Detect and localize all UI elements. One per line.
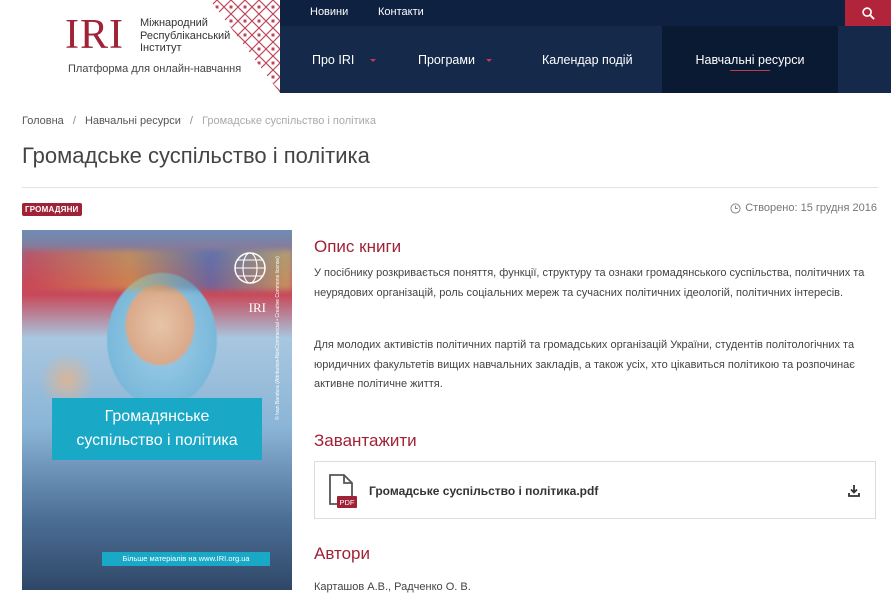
cover-logo-text: IRI (248, 300, 266, 315)
logo-mark: IRI (65, 12, 124, 58)
topnav-contacts[interactable]: Контакти (378, 6, 424, 18)
logo-subtitle: Платформа для онлайн-навчання (68, 63, 242, 75)
svg-text:PDF: PDF (340, 498, 355, 507)
breadcrumb-home[interactable]: Головна (22, 115, 64, 127)
divider (22, 187, 878, 188)
mainnav-calendar[interactable]: Календар подій (542, 26, 633, 93)
chevron-down-icon (370, 59, 376, 62)
category-tag[interactable]: ГРОМАДЯНИ (22, 203, 82, 216)
clock-icon (730, 202, 741, 214)
file-download-row[interactable]: PDF Громадське суспільство і політика.pd… (314, 461, 876, 519)
description-paragraph-2: Для молодих активістів політичних партій… (314, 339, 855, 390)
breadcrumb-section[interactable]: Навчальні ресурси (85, 115, 181, 127)
page-title: Громадське суспільство і політика (22, 143, 370, 168)
cover-credit: © Ivan Bandura (Attribution-NonCommercia… (275, 256, 281, 420)
cover-title: Громадянське суспільство і політика (52, 398, 262, 460)
breadcrumb: Головна / Навчальні ресурси / Громадське… (22, 115, 382, 127)
breadcrumb-separator: / (189, 115, 193, 127)
mainnav-resources[interactable]: Навчальні ресурси (662, 26, 838, 93)
book-cover-image: IRI Громадянське суспільство і політика … (22, 230, 292, 590)
breadcrumb-current: Громадське суспільство і політика (202, 115, 376, 127)
globe-icon (234, 252, 266, 284)
file-name-link[interactable]: Громадське суспільство і політика.pdf (369, 484, 598, 498)
authors-list: Карташов А.В., Радченко О. В. (314, 581, 471, 593)
mainnav-about[interactable]: Про IRI (312, 26, 376, 93)
search-button[interactable] (845, 0, 891, 26)
description-paragraph-1: У посібнику розкривається поняття, функц… (314, 267, 865, 299)
breadcrumb-separator: / (72, 115, 76, 127)
active-underline (730, 70, 770, 71)
logo-name: Міжнародний Республіканський Інститут (140, 17, 231, 54)
created-date: Створено: 15 грудня 2016 (730, 202, 877, 214)
authors-heading: Автори (314, 544, 370, 563)
pdf-file-icon: PDF (329, 474, 357, 508)
top-nav: Новини Контакти (280, 0, 845, 26)
topnav-news[interactable]: Новини (310, 6, 348, 18)
cover-footer: Більше матеріалів на www.IRI.org.ua (102, 552, 270, 566)
description-heading: Опис книги (314, 237, 402, 256)
logo[interactable]: IRI Міжнародний Республіканський Інститу… (0, 0, 280, 93)
download-icon[interactable] (847, 484, 861, 498)
search-icon (861, 6, 875, 20)
site-header: IRI Міжнародний Республіканський Інститу… (0, 0, 891, 93)
mainnav-programs[interactable]: Програми (418, 26, 492, 93)
chevron-down-icon (486, 59, 492, 62)
navigation: Новини Контакти Про IRI Програми Календа… (280, 0, 891, 93)
download-heading: Завантажити (314, 431, 417, 450)
